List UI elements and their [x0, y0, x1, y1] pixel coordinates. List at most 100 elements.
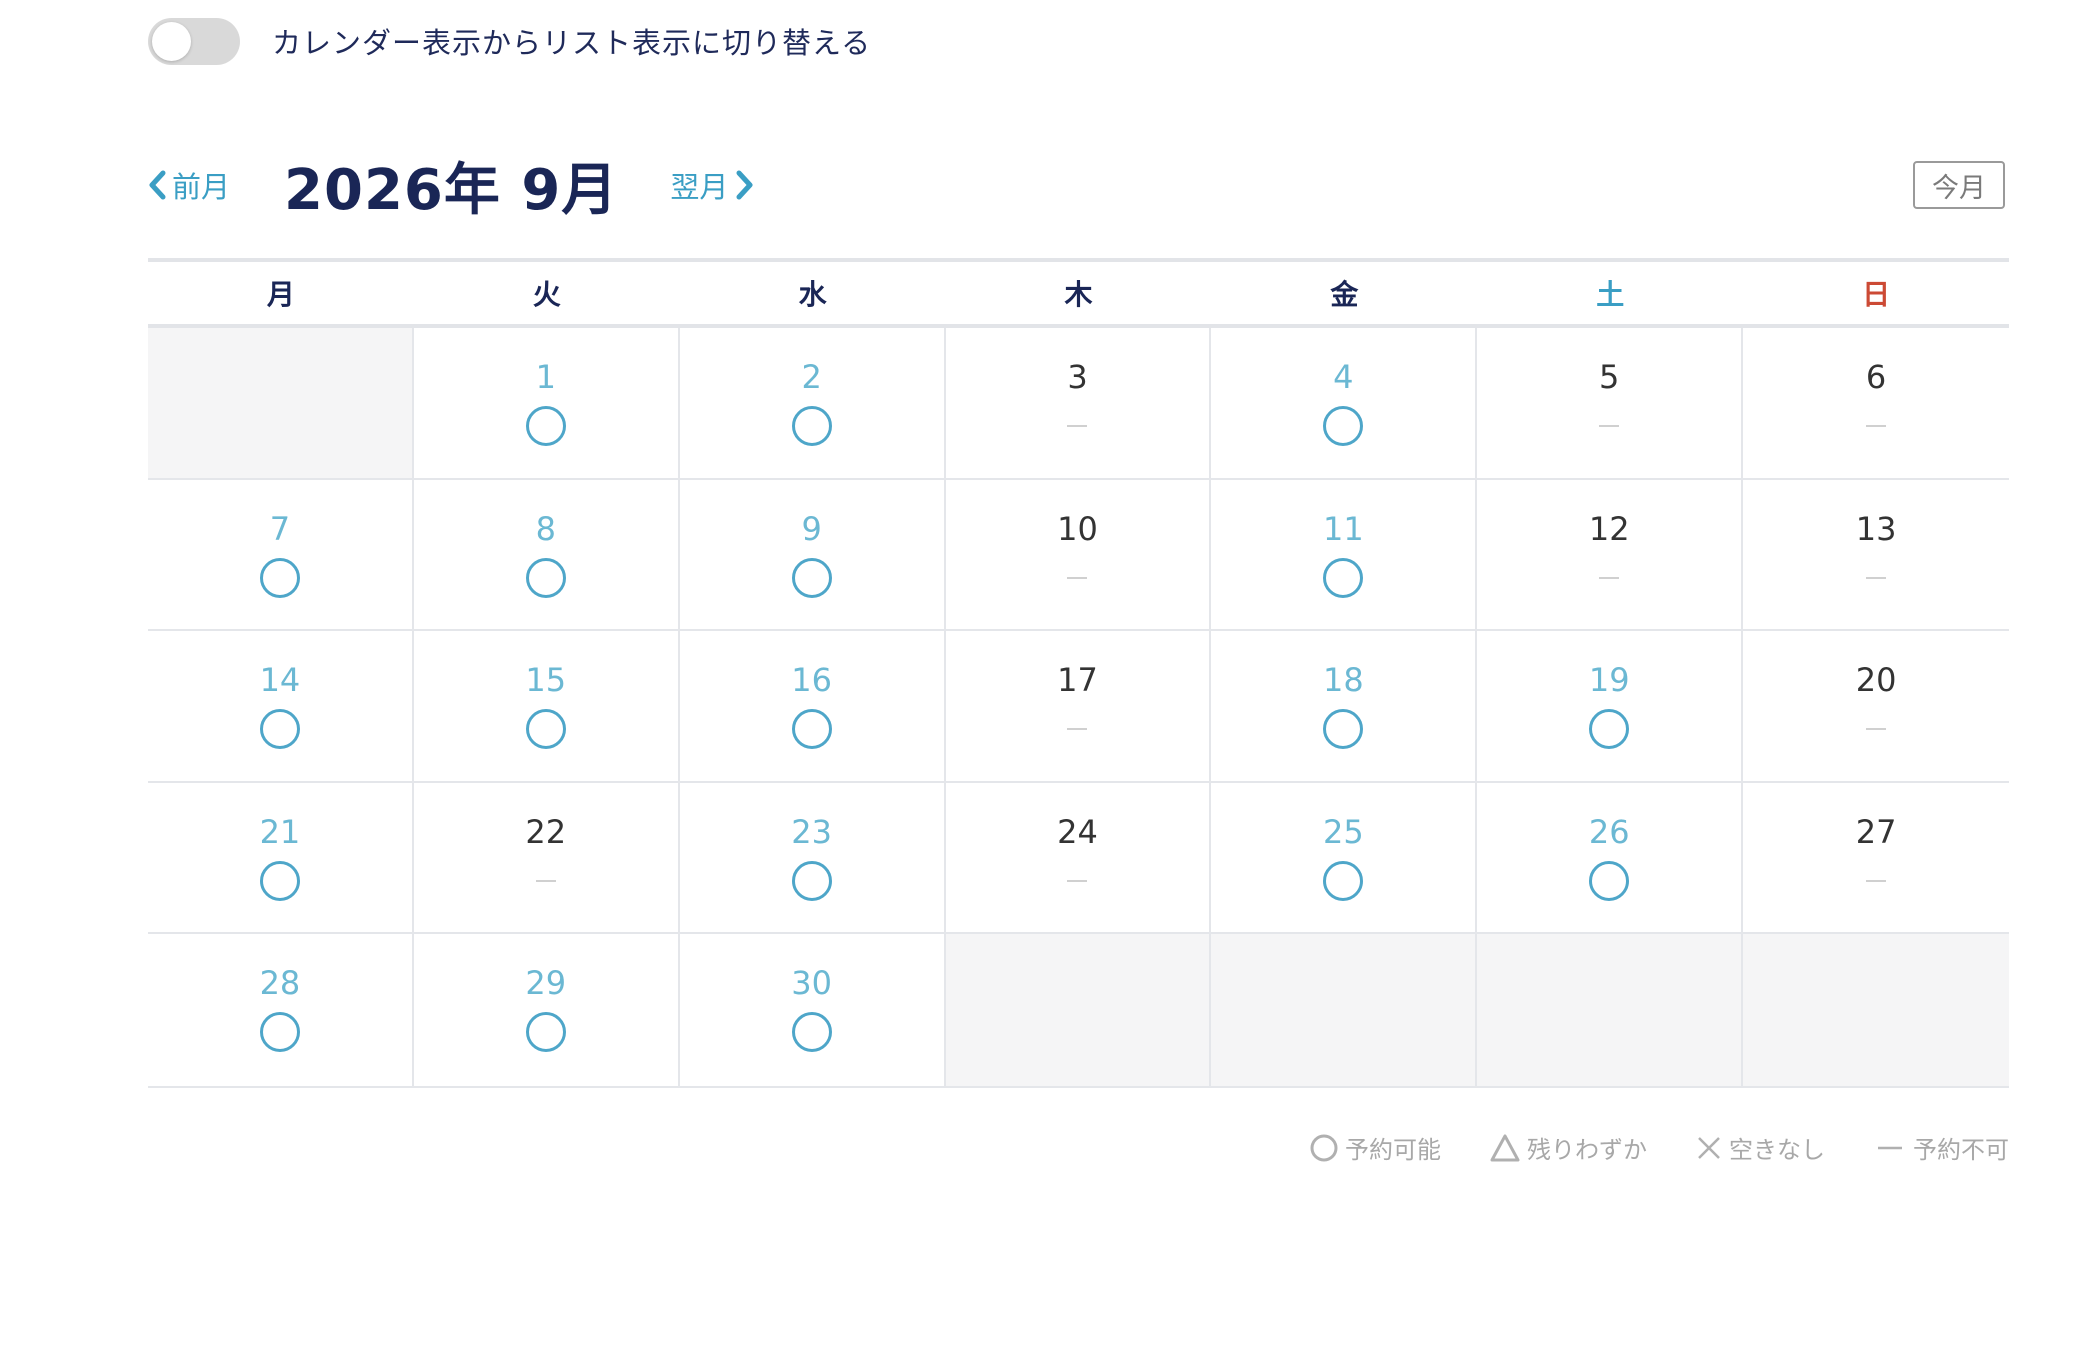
- day-cell: 12: [1477, 479, 1744, 632]
- day-number: 6: [1865, 358, 1887, 396]
- day-cell: 13: [1743, 479, 2009, 632]
- day-cell[interactable]: 21: [148, 782, 414, 935]
- day-cell[interactable]: 19: [1477, 631, 1744, 783]
- circle-icon: [1310, 1134, 1338, 1161]
- day-number: 27: [1855, 812, 1897, 851]
- unavailable-dash-icon: [1067, 728, 1088, 731]
- weekday-header: 月 火 水 木 金 土 日: [148, 258, 2009, 328]
- empty-day-cell: [148, 328, 414, 480]
- day-number: 9: [801, 509, 822, 548]
- day-cell[interactable]: 26: [1477, 782, 1744, 935]
- day-cell[interactable]: 28: [148, 934, 414, 1086]
- status-legend: 予約可能 残りわずか 空きなし 予約不可: [1309, 1130, 2009, 1165]
- unavailable-dash-icon: [1067, 576, 1088, 579]
- available-circle-icon: [1589, 860, 1630, 901]
- day-cell: 6: [1743, 328, 2009, 480]
- day-cell: 24: [945, 782, 1212, 935]
- day-cell[interactable]: 2: [679, 328, 946, 480]
- day-number: 21: [259, 812, 301, 851]
- unavailable-dash-icon: [1599, 576, 1620, 579]
- chevron-right-icon: [736, 170, 753, 200]
- day-number: 3: [1067, 358, 1088, 396]
- available-circle-icon: [1323, 557, 1364, 598]
- day-cell[interactable]: 4: [1211, 328, 1478, 480]
- legend-available: 予約可能: [1309, 1130, 1441, 1165]
- day-cell: 10: [945, 479, 1212, 632]
- chevron-left-icon: [149, 170, 166, 200]
- day-cell[interactable]: 7: [148, 479, 414, 632]
- day-number: 2: [801, 358, 822, 396]
- unavailable-dash-icon: [1866, 879, 1887, 882]
- unavailable-dash-icon: [1067, 425, 1088, 427]
- legend-full: 空きなし: [1695, 1130, 1825, 1165]
- day-number: 17: [1057, 661, 1098, 700]
- toggle-knob: [152, 21, 191, 61]
- weekday-sat: 土: [1596, 278, 1625, 311]
- available-circle-icon: [525, 709, 566, 750]
- available-circle-icon: [1323, 709, 1364, 750]
- weekday-wed: 水: [798, 278, 827, 311]
- empty-day-cell: [945, 934, 1212, 1086]
- day-number: 24: [1057, 812, 1098, 851]
- day-cell[interactable]: 11: [1211, 479, 1478, 632]
- day-cell[interactable]: 29: [413, 934, 680, 1086]
- day-cell[interactable]: 9: [679, 479, 946, 632]
- day-number: 13: [1855, 509, 1897, 548]
- legend-full-label: 空きなし: [1729, 1136, 1825, 1164]
- legend-unavailable-label: 予約不可: [1913, 1136, 2009, 1164]
- day-cell[interactable]: 16: [679, 631, 946, 783]
- day-cell[interactable]: 15: [413, 631, 680, 783]
- day-cell[interactable]: 18: [1211, 631, 1478, 783]
- day-cell: 22: [413, 782, 680, 935]
- day-number: 29: [525, 964, 567, 1003]
- weekday-thu: 木: [1064, 278, 1093, 311]
- available-circle-icon: [791, 406, 832, 446]
- day-cell: 3: [945, 328, 1212, 480]
- available-circle-icon: [259, 860, 300, 901]
- day-number: 25: [1322, 812, 1364, 851]
- day-number: 8: [535, 509, 556, 548]
- day-cell: 20: [1743, 631, 2009, 783]
- weekday-mon: 月: [266, 278, 295, 311]
- day-cell[interactable]: 1: [413, 328, 680, 480]
- day-cell[interactable]: 23: [679, 782, 946, 935]
- available-circle-icon: [791, 1012, 832, 1053]
- month-title: 2026年 9月: [284, 157, 619, 223]
- weekday-fri: 金: [1330, 278, 1359, 311]
- legend-few-left: 残りわずか: [1489, 1130, 1647, 1165]
- day-number: 26: [1588, 812, 1630, 851]
- day-cell[interactable]: 25: [1211, 782, 1478, 935]
- empty-day-cell: [1743, 934, 2009, 1086]
- day-number: 30: [791, 964, 832, 1003]
- empty-day-cell: [1477, 934, 1744, 1086]
- day-cell[interactable]: 14: [148, 631, 414, 783]
- this-month-button[interactable]: 今月: [1913, 161, 2005, 209]
- day-number: 14: [259, 661, 301, 700]
- available-circle-icon: [525, 1012, 566, 1053]
- next-month-label: 翌月: [670, 170, 729, 204]
- list-view-toggle[interactable]: [148, 17, 240, 65]
- calendar: 月 火 水 木 金 土 日 1 2 3 4 5 6 7 8 9 10 11 12 13 14 15 16 17 1…: [148, 258, 2009, 1088]
- day-cell[interactable]: 8: [413, 479, 680, 632]
- available-circle-icon: [791, 709, 832, 750]
- next-month-link[interactable]: 翌月: [670, 164, 754, 206]
- weekday-sun: 日: [1862, 278, 1891, 311]
- day-number: 20: [1855, 661, 1897, 700]
- unavailable-dash-icon: [535, 879, 556, 882]
- available-circle-icon: [259, 709, 300, 750]
- available-circle-icon: [259, 557, 300, 598]
- day-number: 1: [535, 358, 556, 396]
- day-number: 18: [1322, 661, 1364, 700]
- prev-month-link[interactable]: 前月: [148, 164, 230, 206]
- day-cell: 17: [945, 631, 1212, 783]
- day-number: 22: [525, 812, 567, 851]
- day-cell[interactable]: 30: [679, 934, 946, 1086]
- day-number: 10: [1057, 509, 1098, 548]
- unavailable-dash-icon: [1866, 728, 1887, 731]
- available-circle-icon: [525, 557, 566, 598]
- toggle-label: カレンダー表示からリスト表示に切り替える: [272, 26, 872, 60]
- available-circle-icon: [1323, 406, 1364, 446]
- available-circle-icon: [791, 557, 832, 598]
- available-circle-icon: [791, 860, 832, 901]
- day-cell: 5: [1477, 328, 1744, 480]
